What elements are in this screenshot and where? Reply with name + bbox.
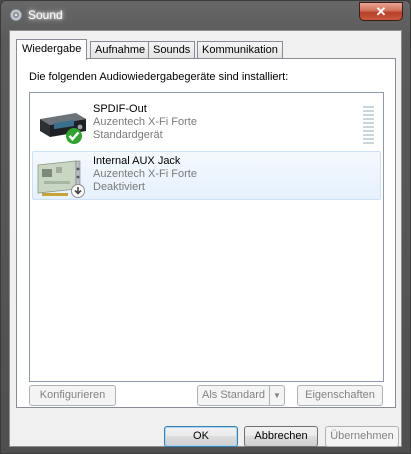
configure-button[interactable]: Konfigurieren <box>29 385 116 406</box>
level-meter <box>363 106 374 146</box>
device-status: Deaktiviert <box>93 181 145 193</box>
sound-card-icon <box>37 160 85 198</box>
device-name: Internal AUX Jack <box>93 155 181 167</box>
chevron-down-icon[interactable]: ▼ <box>269 386 284 405</box>
tab-sounds[interactable]: Sounds <box>148 41 196 59</box>
ok-button[interactable]: OK <box>164 426 238 447</box>
tab-aufnahme[interactable]: Aufnahme <box>90 41 151 59</box>
properties-button[interactable]: Eigenschaften <box>297 385 383 406</box>
device-vendor: Auzentech X-Fi Forte <box>93 168 197 180</box>
sound-dialog: Sound ✕ Wiedergabe Aufnahme Sounds Kommu… <box>0 0 411 454</box>
spdif-device-icon <box>40 113 86 144</box>
list-item-internal-aux-jack[interactable]: Internal AUX Jack Auzentech X-Fi Forte D… <box>32 151 381 200</box>
dialog-body: Wiedergabe Aufnahme Sounds Kommunikation… <box>9 30 402 447</box>
speaker-icon <box>9 8 23 22</box>
device-list[interactable]: SPDIF-Out Auzentech X-Fi Forte Standardg… <box>29 92 384 382</box>
device-status: Standardgerät <box>93 129 163 141</box>
tab-kommunikation[interactable]: Kommunikation <box>197 41 283 59</box>
window-title: Sound <box>28 8 63 22</box>
set-default-dropdown[interactable]: Als Standard ▼ <box>197 385 285 406</box>
cancel-button[interactable]: Abbrechen <box>244 426 318 447</box>
device-vendor: Auzentech X-Fi Forte <box>93 116 197 128</box>
tab-wiedergabe[interactable]: Wiedergabe <box>16 39 88 60</box>
playback-panel: Die folgenden Audiowiedergabegeräte sind… <box>16 58 396 408</box>
panel-description: Die folgenden Audiowiedergabegeräte sind… <box>29 71 289 83</box>
list-item-spdif-out[interactable]: SPDIF-Out Auzentech X-Fi Forte Standardg… <box>32 99 381 148</box>
set-default-label: Als Standard <box>202 389 265 401</box>
close-button[interactable]: ✕ <box>359 2 403 21</box>
close-icon: ✕ <box>375 4 387 19</box>
apply-button[interactable]: Übernehmen <box>325 426 399 447</box>
device-name: SPDIF-Out <box>93 103 147 115</box>
title-bar[interactable]: Sound ✕ <box>1 1 410 29</box>
